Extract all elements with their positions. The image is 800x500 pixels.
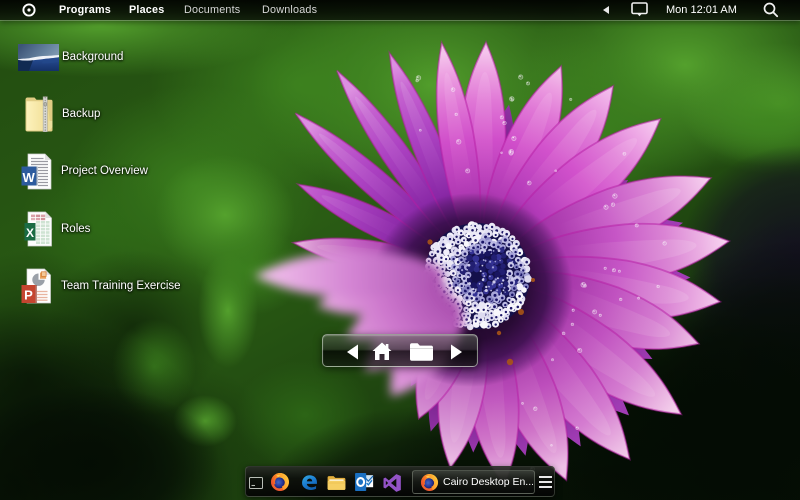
svg-text:P: P [24,288,33,303]
svg-text:X: X [26,226,34,240]
svg-text:W: W [22,170,35,185]
